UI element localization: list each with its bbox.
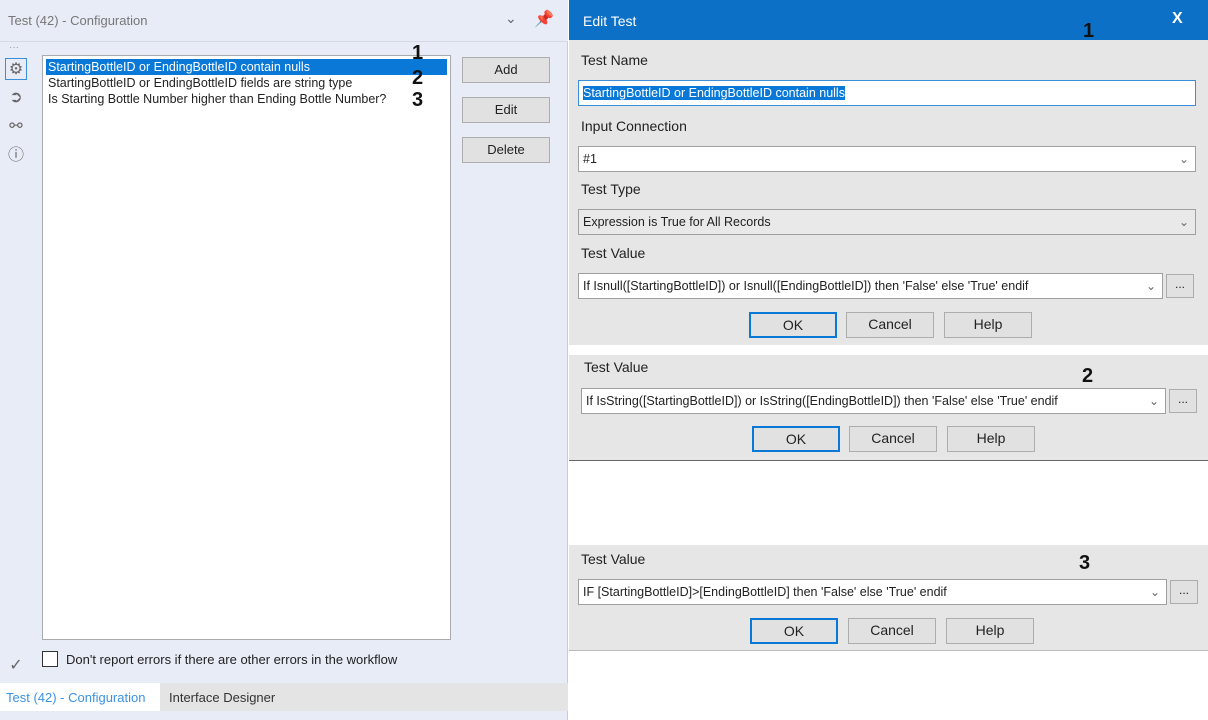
test-value-input[interactable]: If IsString([StartingBottleID]) or IsStr…: [581, 388, 1166, 414]
test-name-label: Test Name: [581, 52, 648, 68]
tab-bar: Test (42) - Configuration Interface Desi…: [0, 683, 568, 711]
dont-report-errors-checkbox[interactable]: [42, 651, 58, 667]
configuration-panel: Test (42) - Configuration ⌄ 📌 ··· ⚙ ➲ ⚯ …: [0, 0, 568, 720]
annotation-number: 3: [412, 89, 424, 111]
panel-header: Test (42) - Configuration ⌄ 📌: [0, 0, 568, 42]
test-value: If IsString([StartingBottleID]) or IsStr…: [586, 394, 1058, 408]
input-connection-value: #1: [583, 152, 597, 166]
test-name-input[interactable]: StartingBottleID or EndingBottleID conta…: [578, 80, 1196, 106]
edit-test-section-3: Test Value 3 IF [StartingBottleID]>[Endi…: [569, 545, 1208, 651]
annotation-number: 2: [412, 67, 424, 89]
annotation-number: 1: [412, 42, 424, 64]
test-list[interactable]: StartingBottleID or EndingBottleID conta…: [42, 55, 451, 640]
delete-button[interactable]: Delete: [462, 137, 550, 163]
help-button[interactable]: Help: [946, 618, 1034, 644]
help-icon[interactable]: ⓘ: [5, 145, 27, 167]
input-connection-label: Input Connection: [581, 118, 687, 134]
panel-title: Test (42) - Configuration: [8, 13, 148, 28]
edit-button[interactable]: Edit: [462, 97, 550, 123]
annotation-number: 3: [1079, 552, 1091, 574]
chevron-down-icon: ⌄: [1148, 394, 1159, 408]
help-button[interactable]: Help: [944, 312, 1032, 338]
test-list-item[interactable]: StartingBottleID or EndingBottleID conta…: [46, 59, 447, 75]
tab-interface-designer[interactable]: Interface Designer: [169, 690, 275, 705]
test-name-value: StartingBottleID or EndingBottleID conta…: [583, 86, 845, 100]
test-value: IF [StartingBottleID]>[EndingBottleID] t…: [583, 585, 947, 599]
test-type-select[interactable]: Expression is True for All Records ⌄: [578, 209, 1196, 235]
expression-editor-button[interactable]: ...: [1170, 580, 1198, 604]
help-button[interactable]: Help: [947, 426, 1035, 452]
test-value: If Isnull([StartingBottleID]) or Isnull(…: [583, 279, 1029, 293]
chevron-down-icon: ⌄: [1145, 279, 1156, 293]
test-value-label: Test Value: [584, 359, 649, 375]
annotation-number: 2: [1082, 365, 1094, 387]
ok-button[interactable]: OK: [750, 618, 838, 644]
dialog-title: Edit Test: [583, 13, 637, 29]
cancel-button[interactable]: Cancel: [848, 618, 936, 644]
edit-test-section-1: Test Name StartingBottleID or EndingBott…: [569, 40, 1208, 345]
edit-test-section-2: Test Value 2 If IsString([StartingBottle…: [569, 355, 1208, 461]
test-type-value: Expression is True for All Records: [583, 215, 771, 229]
pin-icon[interactable]: 📌: [534, 9, 554, 29]
test-value-input[interactable]: IF [StartingBottleID]>[EndingBottleID] t…: [578, 579, 1167, 605]
tab-configuration[interactable]: Test (42) - Configuration: [0, 683, 160, 711]
test-value-label: Test Value: [581, 551, 646, 567]
test-list-item[interactable]: StartingBottleID or EndingBottleID field…: [46, 75, 354, 91]
more-icon[interactable]: ···: [9, 42, 19, 53]
chevron-down-icon[interactable]: ⌄: [505, 10, 517, 27]
gear-icon[interactable]: ⚙: [5, 58, 27, 80]
dialog-title-bar: Edit Test X: [569, 0, 1208, 40]
test-value-label: Test Value: [581, 245, 646, 261]
chevron-down-icon: ⌄: [1178, 152, 1189, 166]
tag-icon[interactable]: ⚯: [5, 116, 27, 138]
test-type-label: Test Type: [581, 181, 641, 197]
cancel-button[interactable]: Cancel: [846, 312, 934, 338]
chevron-down-icon: ⌄: [1178, 215, 1189, 229]
check-circle-icon[interactable]: ✓: [5, 655, 27, 677]
checkbox-label: Don't report errors if there are other e…: [66, 652, 398, 667]
input-connection-select[interactable]: #1 ⌄: [578, 146, 1196, 172]
add-button[interactable]: Add: [462, 57, 550, 83]
test-list-item[interactable]: Is Starting Bottle Number higher than En…: [46, 91, 388, 107]
cancel-button[interactable]: Cancel: [849, 426, 937, 452]
ok-button[interactable]: OK: [752, 426, 840, 452]
test-value-input[interactable]: If Isnull([StartingBottleID]) or Isnull(…: [578, 273, 1163, 299]
expression-editor-button[interactable]: ...: [1169, 389, 1197, 413]
chevron-down-icon: ⌄: [1149, 585, 1160, 599]
ok-button[interactable]: OK: [749, 312, 837, 338]
connection-icon[interactable]: ➲: [5, 87, 27, 109]
close-button[interactable]: X: [1172, 10, 1183, 28]
expression-editor-button[interactable]: ...: [1166, 274, 1194, 298]
